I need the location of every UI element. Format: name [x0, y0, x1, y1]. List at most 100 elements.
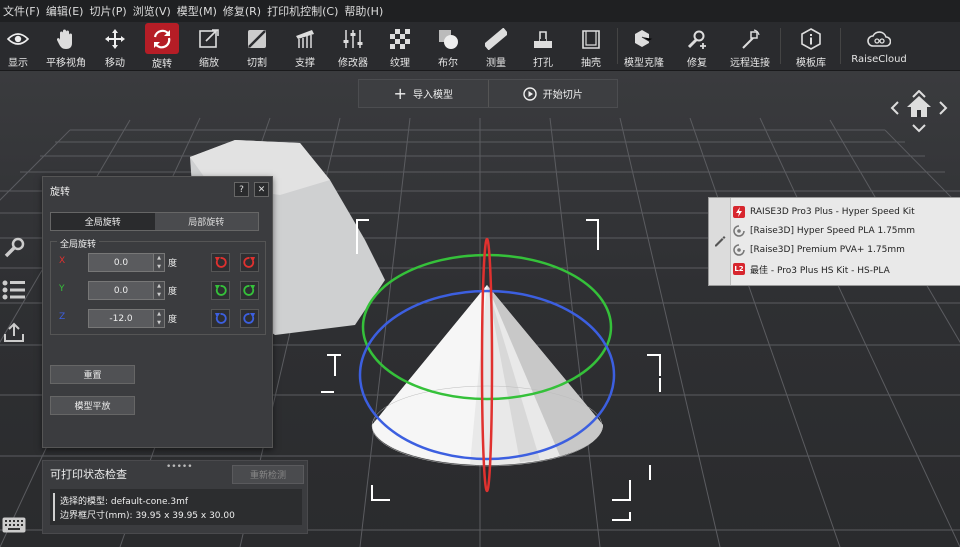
- z-angle-stepper[interactable]: ▲ ▼: [153, 309, 165, 328]
- menu-view[interactable]: 浏览(V): [130, 3, 174, 19]
- menu-bar: 文件(F) 编辑(E) 切片(P) 浏览(V) 模型(M) 修复(R) 打印机控…: [0, 0, 960, 22]
- x-unit: 度: [168, 259, 178, 269]
- wrench-plus-icon: [680, 25, 714, 53]
- rotate-cw-icon: [243, 313, 255, 324]
- panel-drag-handle[interactable]: •••••: [166, 462, 193, 472]
- rotate-y-ccw-button[interactable]: [211, 281, 230, 300]
- remote-button[interactable]: 远程连接: [728, 22, 772, 70]
- menu-repair[interactable]: 修复(R): [220, 3, 264, 19]
- lightning-icon: [733, 206, 745, 218]
- rotate-x-ccw-button[interactable]: [211, 253, 230, 272]
- shell-label: 抽壳: [581, 58, 601, 69]
- rotate-x-cw-button[interactable]: [240, 253, 259, 272]
- keyboard-icon[interactable]: [0, 511, 28, 539]
- menu-model[interactable]: 模型(M): [174, 3, 220, 19]
- texture-label: 纹理: [390, 58, 410, 69]
- x-angle-input[interactable]: 0.0: [88, 253, 154, 272]
- clone-icon: [627, 25, 661, 53]
- menu-file[interactable]: 文件(F): [0, 3, 43, 19]
- x-angle-stepper[interactable]: ▲ ▼: [153, 253, 165, 272]
- filament-1-name: [Raise3D] Hyper Speed PLA 1.75mm: [750, 226, 916, 236]
- reset-button[interactable]: 重置: [50, 365, 135, 384]
- library-button[interactable]: 模板库: [792, 22, 830, 70]
- scale-button[interactable]: 缩放: [192, 22, 226, 70]
- axis-x-label: X: [59, 256, 66, 266]
- menu-slice[interactable]: 切片(P): [86, 3, 129, 19]
- profile-quality: L2 最佳 - Pro3 Plus HS Kit - HS-PLA: [733, 260, 890, 278]
- rotate-cw-icon: [243, 257, 255, 268]
- hole-button[interactable]: 打孔: [526, 22, 560, 70]
- tab-global-rotation[interactable]: 全局旋转: [51, 213, 155, 230]
- raisecloud-label: RaiseCloud: [851, 54, 907, 65]
- chevron-up-icon: ▲: [157, 283, 161, 290]
- hand-icon: [49, 25, 83, 53]
- boolean-icon: [431, 25, 465, 53]
- start-slicing-button[interactable]: 开始切片: [487, 80, 618, 107]
- check-title: 可打印状态检查: [50, 468, 127, 481]
- pan-button[interactable]: 平移视角: [42, 22, 90, 70]
- cut-label: 切割: [247, 58, 267, 69]
- wrench-icon[interactable]: [0, 234, 28, 262]
- panel-title: 旋转: [50, 187, 70, 198]
- support-label: 支撑: [295, 58, 315, 69]
- y-angle-stepper[interactable]: ▲ ▼: [153, 281, 165, 300]
- scale-label: 缩放: [199, 58, 219, 69]
- menu-edit[interactable]: 编辑(E): [43, 3, 87, 19]
- rotate-button[interactable]: 旋转: [144, 22, 180, 70]
- clone-button[interactable]: 模型克隆: [624, 22, 664, 70]
- profile-filament-2: [Raise3D] Premium PVA+ 1.75mm: [733, 241, 905, 259]
- lay-flat-button[interactable]: 模型平放: [50, 396, 135, 415]
- move-label: 移动: [105, 58, 125, 69]
- modifier-button[interactable]: 修改器: [334, 22, 372, 70]
- tab-local-rotation[interactable]: 局部旋转: [154, 213, 258, 230]
- list-icon[interactable]: [0, 276, 28, 304]
- shell-button[interactable]: 抽壳: [574, 22, 608, 70]
- export-icon[interactable]: [0, 318, 28, 346]
- import-model-button[interactable]: + 导入模型: [359, 80, 488, 107]
- print-profile-panel[interactable]: RAISE3D Pro3 Plus - Hyper Speed Kit [Rai…: [708, 197, 960, 286]
- rotate-ccw-icon: [215, 285, 227, 296]
- menu-help[interactable]: 帮助(H): [341, 3, 386, 19]
- remote-connection-icon: [733, 25, 767, 53]
- view-navigation[interactable]: [886, 90, 948, 138]
- rotate-z-cw-button[interactable]: [240, 309, 259, 328]
- cut-icon: [240, 25, 274, 53]
- help-button[interactable]: ?: [234, 182, 249, 197]
- check-details: 选择的模型: default-cone.3mf 边界框尺寸(mm): 39.95…: [50, 489, 302, 525]
- measure-label: 测量: [486, 58, 506, 69]
- raisecloud-button[interactable]: RaiseCloud: [850, 22, 908, 70]
- toolbar-divider: [780, 28, 781, 64]
- boolean-button[interactable]: 布尔: [431, 22, 465, 70]
- rotate-y-cw-button[interactable]: [240, 281, 259, 300]
- chevron-down-icon: ▼: [157, 263, 161, 270]
- rotate-cw-icon: [243, 285, 255, 296]
- profile-printer: RAISE3D Pro3 Plus - Hyper Speed Kit: [733, 203, 915, 221]
- rotate-label: 旋转: [152, 59, 172, 70]
- start-slicing-label: 开始切片: [542, 90, 583, 101]
- close-button[interactable]: ✕: [254, 182, 269, 197]
- move-button[interactable]: 移动: [98, 22, 132, 70]
- chevron-down-icon: ▼: [157, 319, 161, 326]
- l2-icon: L2: [733, 263, 745, 275]
- group-title: 全局旋转: [57, 237, 100, 250]
- y-angle-input[interactable]: 0.0: [88, 281, 154, 300]
- hole-label: 打孔: [533, 58, 553, 69]
- recheck-button[interactable]: 重新检测: [232, 465, 304, 484]
- repair-button[interactable]: 修复: [680, 22, 714, 70]
- profile-filament-1: [Raise3D] Hyper Speed PLA 1.75mm: [733, 222, 915, 240]
- texture-button[interactable]: 纹理: [383, 22, 417, 70]
- library-icon: [794, 25, 828, 53]
- modifier-label: 修改器: [338, 58, 368, 69]
- cut-button[interactable]: 切割: [240, 22, 274, 70]
- profile-edit-strip[interactable]: [709, 198, 731, 285]
- shell-icon: [574, 25, 608, 53]
- rotation-row-z: Z -12.0 ▲ ▼ 度: [51, 309, 265, 328]
- support-button[interactable]: 支撑: [288, 22, 322, 70]
- z-angle-input[interactable]: -12.0: [88, 309, 154, 328]
- cloud-icon: [862, 25, 896, 53]
- chevron-up-icon: ▲: [157, 255, 161, 262]
- measure-button[interactable]: 测量: [479, 22, 513, 70]
- display-button[interactable]: 显示: [1, 22, 35, 70]
- rotate-z-ccw-button[interactable]: [211, 309, 230, 328]
- menu-printer-control[interactable]: 打印机控制(C): [264, 3, 341, 19]
